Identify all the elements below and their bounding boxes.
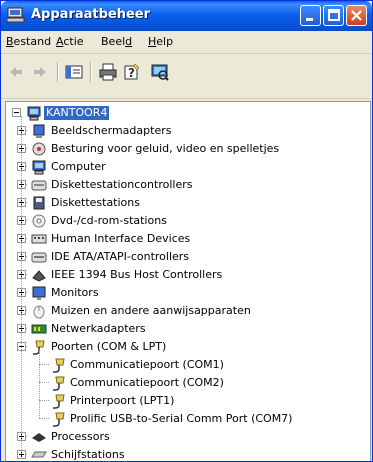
scan-hardware-button[interactable] — [149, 61, 171, 83]
tree-category-label: Beeldschermadapters — [51, 124, 172, 137]
floppy-controller-icon — [31, 177, 47, 193]
port-icon — [51, 411, 67, 427]
tree-connector — [39, 418, 49, 420]
tree-device-label: Prolific USB-to-Serial Comm Port (COM7) — [70, 412, 293, 425]
maximize-icon — [328, 9, 340, 21]
hid-icon — [31, 231, 47, 247]
tree-category[interactable]: Human Interface Devices — [6, 230, 366, 248]
print-icon — [99, 63, 117, 81]
help-icon: ? — [124, 63, 140, 80]
tree-category[interactable]: IEEE 1394 Bus Host Controllers — [6, 266, 366, 284]
tree-category[interactable]: Diskettestations — [6, 194, 366, 212]
tree-category-label: Diskettestationcontrollers — [51, 178, 193, 191]
menu-beeld[interactable]: Beeld — [101, 35, 132, 48]
tree-category-label: Schijfstations — [51, 448, 125, 461]
tree-device[interactable]: Communicatiepoort (COM1) — [6, 356, 366, 374]
forward-arrow-icon — [34, 67, 46, 77]
port-icon — [51, 393, 67, 409]
device-tree[interactable]: KANTOOR4 Beeldschermadapters Besturing voo… — [5, 101, 371, 461]
toolbar-separator — [90, 62, 92, 82]
tree-category-label: Monitors — [51, 286, 99, 299]
tree-device[interactable]: Prolific USB-to-Serial Comm Port (COM7) — [6, 410, 366, 428]
properties-button[interactable] — [63, 61, 85, 83]
tree-category[interactable]: Diskettestationcontrollers — [6, 176, 366, 194]
menu-bar: Bestand Actie Beeld Help — [1, 31, 372, 54]
collapse-toggle[interactable] — [12, 108, 21, 117]
tree-category-label: Muizen en andere aanwijsapparaten — [51, 304, 251, 317]
sound-icon — [31, 141, 47, 157]
tree-category-label: Computer — [51, 160, 106, 173]
display-adapter-icon — [31, 123, 47, 139]
tree-category[interactable]: Beeldschermadapters — [6, 122, 366, 140]
close-button[interactable] — [346, 5, 367, 26]
tree-device-label: Printerpoort (LPT1) — [70, 394, 175, 407]
svg-text:?: ? — [128, 66, 135, 80]
minimize-button[interactable] — [300, 5, 321, 26]
network-adapter-icon — [31, 321, 47, 337]
tree-category[interactable]: Dvd-/cd-rom-stations — [6, 212, 366, 230]
tree-category[interactable]: Besturing voor geluid, video en spelletj… — [6, 140, 366, 158]
tree-device[interactable]: Printerpoort (LPT1) — [6, 392, 366, 410]
tree-connector — [39, 350, 41, 418]
menu-bestand[interactable]: Bestand — [6, 35, 51, 48]
tree-category-label: Human Interface Devices — [51, 232, 191, 245]
mouse-icon — [31, 303, 47, 319]
tree-category-label: Poorten (COM & LPT) — [51, 340, 167, 353]
minimize-icon — [306, 18, 313, 21]
monitor-icon — [31, 285, 47, 301]
maximize-button[interactable] — [323, 5, 344, 26]
tree-category-label: Netwerkadapters — [51, 322, 146, 335]
tree-category-label: IDE ATA/ATAPI-controllers — [51, 250, 190, 263]
tree-root-label: KANTOOR4 — [44, 106, 110, 120]
tree-connector — [21, 116, 23, 454]
device-manager-window: Apparaatbeheer Bestand Actie Beeld Help ? — [0, 0, 373, 462]
tree-category[interactable]: IDE ATA/ATAPI-controllers — [6, 248, 366, 266]
tree-root[interactable]: KANTOOR4 — [6, 104, 366, 122]
tree-category[interactable]: Monitors — [6, 284, 366, 302]
tree-category[interactable]: Netwerkadapters — [6, 320, 366, 338]
tree-category-label: Besturing voor geluid, video en spelletj… — [51, 142, 280, 155]
cdrom-icon — [31, 213, 47, 229]
processor-icon — [31, 429, 47, 445]
title-bar[interactable]: Apparaatbeheer — [1, 1, 372, 31]
close-icon — [351, 10, 362, 21]
properties-icon — [65, 65, 83, 79]
toolbar: ? — [1, 54, 372, 99]
tree-device[interactable]: Communicatiepoort (COM2) — [6, 374, 366, 392]
computer-icon — [26, 105, 42, 121]
menu-actie[interactable]: Actie — [56, 35, 84, 48]
print-button[interactable] — [97, 61, 119, 83]
tree-category[interactable]: Processors — [6, 428, 366, 446]
window-title: Apparaatbeheer — [31, 7, 151, 22]
device-manager-icon — [6, 7, 25, 23]
tree-device-label: Communicatiepoort (COM2) — [70, 376, 224, 389]
computer-icon — [31, 159, 47, 175]
port-icon — [51, 357, 67, 373]
menu-help[interactable]: Help — [148, 35, 173, 48]
floppy-drive-icon — [31, 195, 47, 211]
back-button[interactable] — [5, 61, 27, 83]
ieee1394-icon — [31, 267, 47, 283]
port-icon — [51, 375, 67, 391]
tree-category[interactable]: Schijfstations — [6, 446, 366, 461]
tree-device-label: Communicatiepoort (COM1) — [70, 358, 224, 371]
tree-category-label: IEEE 1394 Bus Host Controllers — [51, 268, 223, 281]
disk-drive-icon — [31, 447, 47, 461]
tree-category-label: Dvd-/cd-rom-stations — [51, 214, 167, 227]
tree-category[interactable]: Muizen en andere aanwijsapparaten — [6, 302, 366, 320]
tree-category[interactable]: Poorten (COM & LPT) — [6, 338, 366, 356]
ide-controller-icon — [31, 249, 47, 265]
tree-category[interactable]: Computer — [6, 158, 366, 176]
help-button[interactable]: ? — [122, 61, 144, 83]
toolbar-separator — [57, 62, 59, 82]
back-arrow-icon — [10, 67, 22, 77]
tree-category-label: Processors — [51, 430, 110, 443]
forward-button[interactable] — [29, 61, 51, 83]
scan-hardware-icon — [151, 64, 169, 81]
tree-category-label: Diskettestations — [51, 196, 140, 209]
